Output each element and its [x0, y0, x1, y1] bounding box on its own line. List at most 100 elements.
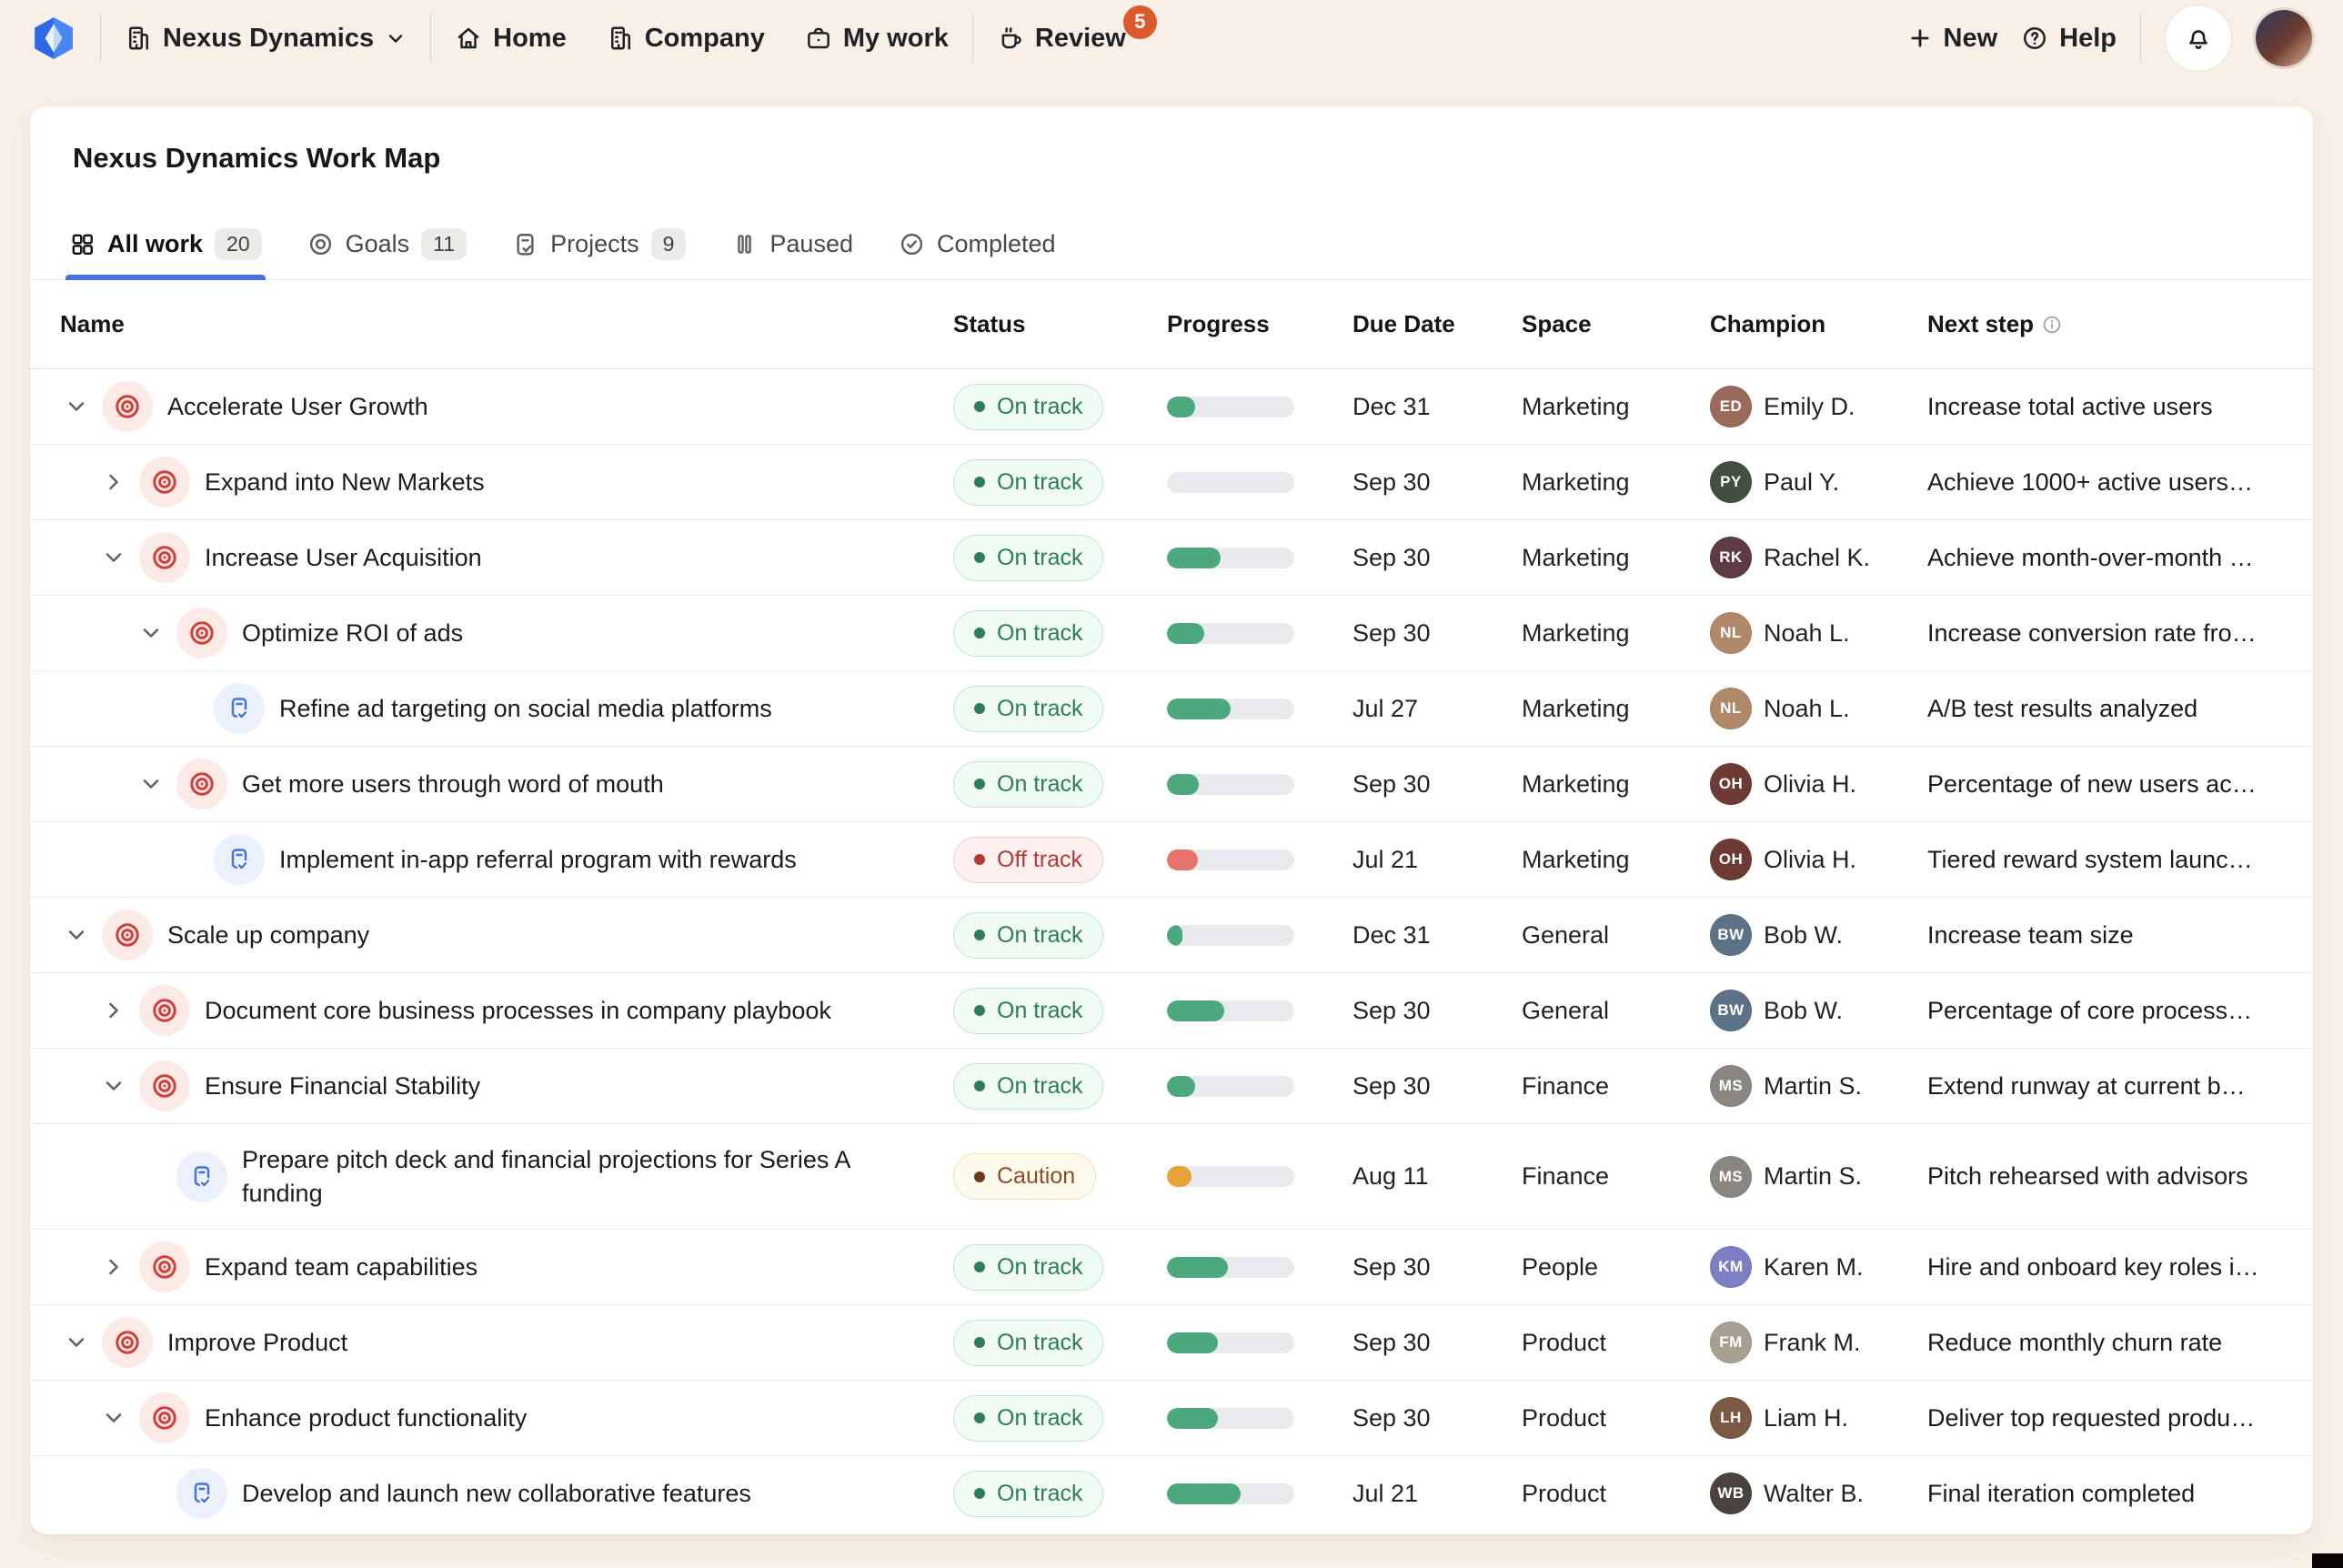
- col-next-step[interactable]: Next step: [1927, 310, 2283, 338]
- progress-bar: [1167, 397, 1294, 417]
- table-row[interactable]: Refine ad targeting on social media plat…: [30, 670, 2313, 746]
- tab-all-work[interactable]: All work 20: [69, 209, 262, 279]
- due-date: Dec 31: [1353, 921, 1522, 950]
- row-name[interactable]: Document core business processes in comp…: [205, 994, 831, 1027]
- row-name[interactable]: Scale up company: [167, 919, 369, 951]
- row-name[interactable]: Improve Product: [167, 1326, 347, 1359]
- check-circle-icon: [899, 231, 925, 257]
- status-badge[interactable]: Off track: [953, 837, 1103, 883]
- help-button[interactable]: Help: [2021, 24, 2117, 54]
- col-champion[interactable]: Champion: [1710, 310, 1927, 338]
- status-badge[interactable]: On track: [953, 988, 1103, 1034]
- project-icon: [176, 1468, 227, 1519]
- space[interactable]: General: [1522, 997, 1710, 1025]
- table-row[interactable]: Optimize ROI of ads On track Sep 30 Mark…: [30, 595, 2313, 670]
- tab-projects[interactable]: Projects 9: [512, 209, 686, 279]
- status-badge[interactable]: On track: [953, 610, 1103, 657]
- space[interactable]: Marketing: [1522, 468, 1710, 497]
- table-row[interactable]: Enhance product functionality On track S…: [30, 1380, 2313, 1455]
- tab-completed[interactable]: Completed: [899, 209, 1056, 279]
- space[interactable]: Finance: [1522, 1072, 1710, 1101]
- space[interactable]: Marketing: [1522, 846, 1710, 874]
- chevron-down-icon[interactable]: [97, 545, 130, 570]
- chevron-down-icon[interactable]: [60, 922, 93, 948]
- status-badge[interactable]: On track: [953, 384, 1103, 430]
- status-badge[interactable]: Caution: [953, 1153, 1096, 1200]
- info-icon: [2042, 315, 2062, 335]
- app-logo-icon[interactable]: [31, 15, 76, 61]
- col-progress[interactable]: Progress: [1167, 310, 1353, 338]
- nav-review[interactable]: Review 5: [997, 24, 1126, 54]
- status-badge[interactable]: On track: [953, 459, 1103, 506]
- chevron-right-icon[interactable]: [97, 469, 130, 495]
- status-badge[interactable]: On track: [953, 535, 1103, 581]
- col-due-date[interactable]: Due Date: [1353, 310, 1522, 338]
- row-name[interactable]: Enhance product functionality: [205, 1402, 527, 1434]
- table-row[interactable]: Improve Product On track Sep 30 Product …: [30, 1304, 2313, 1380]
- table-row[interactable]: Document core business processes in comp…: [30, 972, 2313, 1048]
- row-name[interactable]: Optimize ROI of ads: [242, 617, 463, 649]
- status-badge[interactable]: On track: [953, 912, 1103, 959]
- space[interactable]: General: [1522, 921, 1710, 950]
- help-icon: [2021, 25, 2048, 52]
- space[interactable]: Marketing: [1522, 695, 1710, 723]
- row-name[interactable]: Refine ad targeting on social media plat…: [279, 692, 772, 725]
- table-row[interactable]: Scale up company On track Dec 31 General…: [30, 897, 2313, 972]
- chevron-down-icon[interactable]: [97, 1405, 130, 1431]
- row-name[interactable]: Accelerate User Growth: [167, 390, 428, 423]
- table-row[interactable]: Get more users through word of mouth On …: [30, 746, 2313, 821]
- new-button[interactable]: New: [1907, 24, 1998, 54]
- col-name[interactable]: Name: [60, 310, 953, 338]
- row-name[interactable]: Increase User Acquisition: [205, 541, 482, 574]
- chevron-right-icon[interactable]: [97, 1254, 130, 1280]
- row-name[interactable]: Get more users through word of mouth: [242, 768, 664, 800]
- nav-home[interactable]: Home: [455, 24, 567, 54]
- chevron-down-icon[interactable]: [60, 1330, 93, 1355]
- table-row[interactable]: Prepare pitch deck and financial project…: [30, 1123, 2313, 1229]
- chevron-down-icon[interactable]: [135, 771, 167, 797]
- space[interactable]: Product: [1522, 1480, 1710, 1508]
- row-name[interactable]: Ensure Financial Stability: [205, 1070, 480, 1102]
- workspace-switcher[interactable]: Nexus Dynamics: [125, 24, 407, 54]
- chevron-right-icon[interactable]: [97, 998, 130, 1023]
- chevron-down-icon[interactable]: [60, 394, 93, 419]
- notifications-button[interactable]: [2165, 5, 2232, 72]
- row-name[interactable]: Implement in-app referral program with r…: [279, 843, 797, 876]
- space[interactable]: Marketing: [1522, 619, 1710, 648]
- status-badge[interactable]: On track: [953, 1063, 1103, 1110]
- table-row[interactable]: Expand into New Markets On track Sep 30 …: [30, 444, 2313, 519]
- next-step: Extend runway at current b…: [1927, 1072, 2283, 1101]
- nav-my-work[interactable]: My work: [805, 24, 949, 54]
- nav-company[interactable]: Company: [607, 24, 765, 54]
- table-row[interactable]: Expand team capabilities On track Sep 30…: [30, 1229, 2313, 1304]
- table-row[interactable]: Ensure Financial Stability On track Sep …: [30, 1048, 2313, 1123]
- space[interactable]: Marketing: [1522, 544, 1710, 572]
- tab-goals[interactable]: Goals 11: [307, 209, 467, 279]
- table-row[interactable]: Increase User Acquisition On track Sep 3…: [30, 519, 2313, 595]
- space[interactable]: Finance: [1522, 1162, 1710, 1191]
- status-badge[interactable]: On track: [953, 1471, 1103, 1517]
- table-row[interactable]: Implement in-app referral program with r…: [30, 821, 2313, 897]
- status-badge[interactable]: On track: [953, 761, 1103, 808]
- space[interactable]: Marketing: [1522, 393, 1710, 421]
- chevron-down-icon[interactable]: [135, 620, 167, 646]
- status-badge[interactable]: On track: [953, 1395, 1103, 1442]
- row-name[interactable]: Develop and launch new collaborative fea…: [242, 1477, 751, 1510]
- space[interactable]: Product: [1522, 1329, 1710, 1357]
- tab-paused[interactable]: Paused: [731, 209, 853, 279]
- status-badge[interactable]: On track: [953, 1320, 1103, 1366]
- space[interactable]: Marketing: [1522, 770, 1710, 799]
- row-name[interactable]: Prepare pitch deck and financial project…: [242, 1143, 915, 1210]
- user-avatar[interactable]: [2256, 10, 2312, 66]
- space[interactable]: People: [1522, 1253, 1710, 1282]
- col-space[interactable]: Space: [1522, 310, 1710, 338]
- col-status[interactable]: Status: [953, 310, 1167, 338]
- row-name[interactable]: Expand into New Markets: [205, 466, 485, 498]
- table-row[interactable]: Develop and launch new collaborative fea…: [30, 1455, 2313, 1531]
- status-badge[interactable]: On track: [953, 1244, 1103, 1291]
- chevron-down-icon[interactable]: [97, 1073, 130, 1099]
- space[interactable]: Product: [1522, 1404, 1710, 1432]
- table-row[interactable]: Accelerate User Growth On track Dec 31 M…: [30, 369, 2313, 444]
- status-badge[interactable]: On track: [953, 686, 1103, 732]
- row-name[interactable]: Expand team capabilities: [205, 1251, 478, 1283]
